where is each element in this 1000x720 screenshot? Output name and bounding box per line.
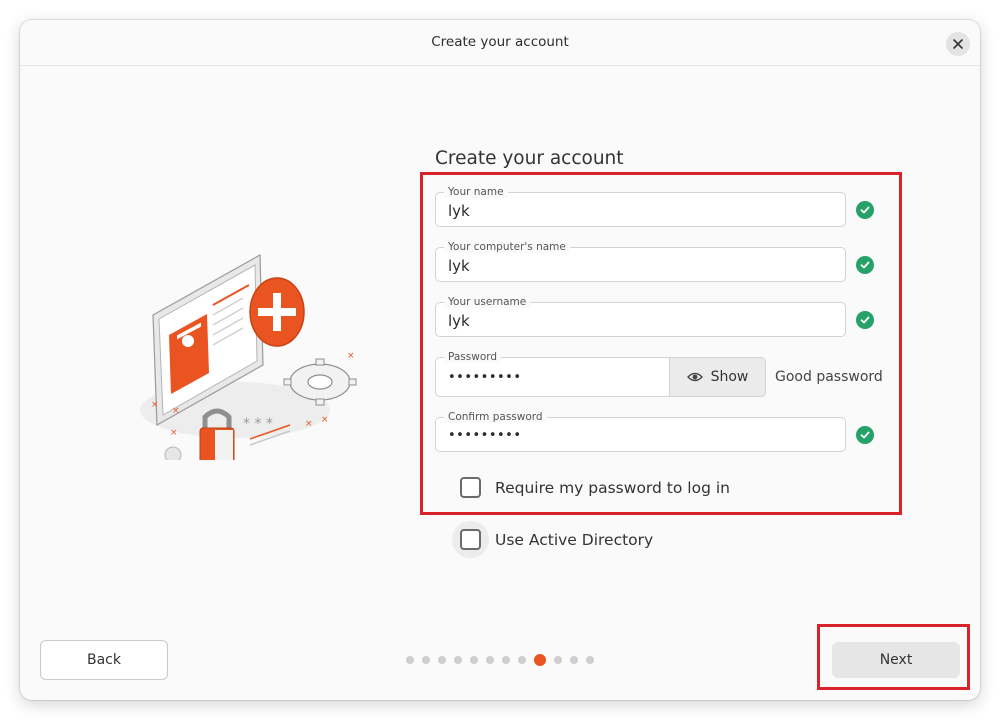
active-directory-checkbox[interactable] bbox=[460, 529, 481, 550]
password-label: Password bbox=[444, 351, 502, 363]
password-field[interactable]: Password ••••••••• Show bbox=[435, 351, 766, 397]
back-button[interactable]: Back bbox=[40, 640, 168, 680]
page-dot bbox=[554, 656, 562, 664]
svg-text:×: × bbox=[347, 351, 355, 361]
username-field[interactable]: Your username lyk bbox=[435, 296, 846, 337]
username-valid-icon bbox=[856, 311, 874, 329]
show-password-button[interactable]: Show bbox=[669, 357, 766, 397]
svg-text:×: × bbox=[305, 419, 313, 429]
name-field[interactable]: Your name lyk bbox=[435, 186, 846, 227]
page-dot bbox=[438, 656, 446, 664]
computer-name-valid-icon bbox=[856, 256, 874, 274]
page-dot bbox=[570, 656, 578, 664]
password-strength: Good password bbox=[775, 369, 883, 385]
require-password-checkbox-wrap bbox=[452, 469, 489, 506]
confirm-password-label: Confirm password bbox=[444, 411, 547, 423]
require-password-label: Require my password to log in bbox=[495, 478, 730, 497]
require-password-checkbox[interactable] bbox=[460, 477, 481, 498]
svg-text:×: × bbox=[172, 406, 180, 416]
confirm-password-valid-icon bbox=[856, 426, 874, 444]
svg-text:* * *: * * * bbox=[243, 416, 273, 432]
page-dot bbox=[586, 656, 594, 664]
password-value: ••••••••• bbox=[448, 370, 522, 385]
close-button[interactable] bbox=[946, 32, 970, 56]
svg-text:×: × bbox=[321, 415, 329, 425]
page-indicator bbox=[406, 654, 594, 666]
computer-name-value: lyk bbox=[448, 257, 470, 275]
window-title: Create your account bbox=[431, 34, 569, 50]
page-heading: Create your account bbox=[435, 148, 624, 169]
installer-window: Create your account * * * × × × × × × Cr… bbox=[20, 20, 980, 700]
require-password-option[interactable]: Require my password to log in bbox=[460, 469, 730, 506]
username-label: Your username bbox=[444, 296, 531, 308]
username-value: lyk bbox=[448, 312, 470, 330]
confirm-password-value: ••••••••• bbox=[448, 428, 522, 443]
svg-text:×: × bbox=[151, 400, 159, 410]
page-dot bbox=[518, 656, 526, 664]
next-button[interactable]: Next bbox=[832, 642, 960, 678]
page-dot bbox=[486, 656, 494, 664]
page-dot bbox=[422, 656, 430, 664]
computer-name-label: Your computer's name bbox=[444, 241, 570, 253]
page-dot bbox=[406, 656, 414, 664]
page-dot bbox=[502, 656, 510, 664]
account-security-illustration: * * * × × × × × × bbox=[140, 253, 357, 460]
name-valid-icon bbox=[856, 201, 874, 219]
page-dot bbox=[470, 656, 478, 664]
page-dot-active bbox=[534, 654, 546, 666]
name-label: Your name bbox=[444, 186, 508, 198]
name-value: lyk bbox=[448, 202, 470, 220]
active-directory-checkbox-wrap bbox=[452, 521, 489, 558]
svg-text:×: × bbox=[170, 428, 178, 438]
active-directory-label: Use Active Directory bbox=[495, 530, 654, 549]
show-password-label: Show bbox=[710, 369, 749, 385]
computer-name-field[interactable]: Your computer's name lyk bbox=[435, 241, 846, 282]
active-directory-option[interactable]: Use Active Directory bbox=[452, 521, 654, 558]
eye-icon bbox=[686, 372, 703, 382]
close-icon bbox=[953, 39, 963, 49]
page-dot bbox=[454, 656, 462, 664]
title-bar: Create your account bbox=[20, 20, 980, 66]
confirm-password-field[interactable]: Confirm password ••••••••• bbox=[435, 411, 846, 452]
